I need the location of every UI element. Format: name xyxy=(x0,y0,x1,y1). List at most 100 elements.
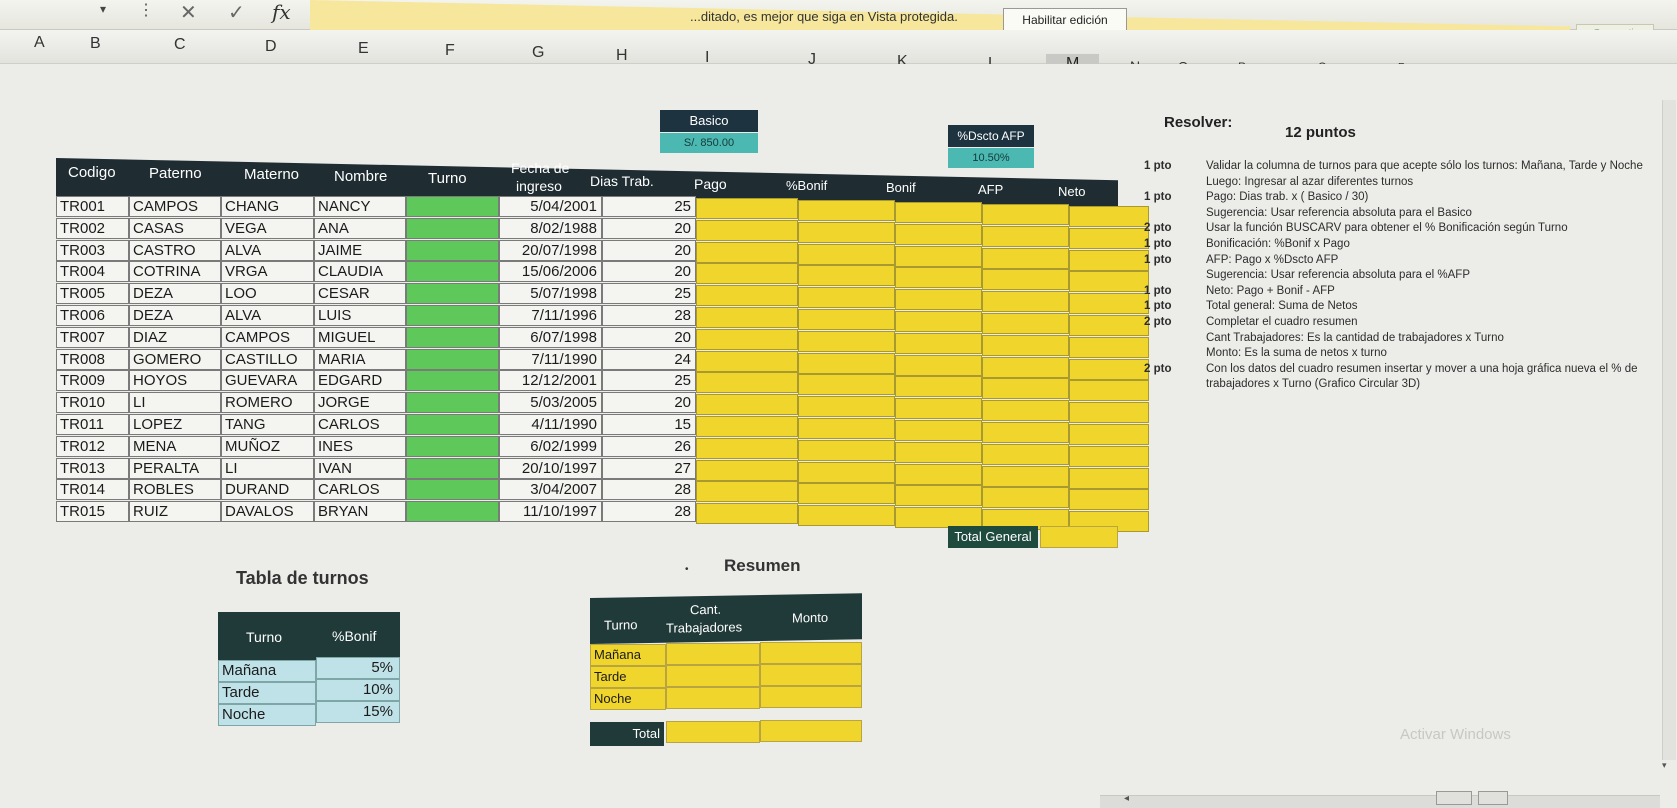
cell-paterno[interactable]: CAMPOS xyxy=(129,196,221,217)
cell-dias[interactable]: 20 xyxy=(602,261,696,283)
cell-nombre[interactable]: MIGUEL xyxy=(314,326,406,348)
cell-fecha[interactable]: 15/06/2006 xyxy=(499,261,602,283)
cell-codigo[interactable]: TR001 xyxy=(56,196,129,217)
cell-fecha[interactable]: 5/04/2001 xyxy=(499,196,602,217)
cell-pago[interactable] xyxy=(696,394,798,416)
resumen-cell-monto[interactable] xyxy=(760,642,862,664)
resumen-cell-cant[interactable] xyxy=(666,665,760,687)
cell-materno[interactable]: CAMPOS xyxy=(221,326,314,348)
cell-paterno[interactable]: PERALTA xyxy=(129,457,221,479)
cell-turno[interactable] xyxy=(406,392,499,414)
column-header[interactable]: E xyxy=(358,40,369,58)
cell-dias[interactable]: 20 xyxy=(602,326,696,348)
cell-fecha[interactable]: 6/02/1999 xyxy=(499,435,602,457)
insert-function-icon[interactable]: fx xyxy=(272,0,291,24)
cell-codigo[interactable]: TR015 xyxy=(56,501,129,523)
cell-dias[interactable]: 25 xyxy=(602,283,696,305)
cell-codigo[interactable]: TR008 xyxy=(56,348,129,370)
cell-fecha[interactable]: 7/11/1990 xyxy=(499,348,602,370)
scroll-left-icon[interactable]: ◂ xyxy=(1124,793,1129,804)
more-options-icon[interactable]: ⋮ xyxy=(138,0,154,20)
cell-fecha[interactable]: 4/11/1990 xyxy=(499,414,602,435)
cell-codigo[interactable]: TR004 xyxy=(56,261,129,283)
column-header[interactable]: C xyxy=(174,36,186,54)
cell-materno[interactable]: GUEVARA xyxy=(221,370,314,392)
cell-dias[interactable]: 20 xyxy=(602,392,696,414)
tt-cell-bonif[interactable]: 10% xyxy=(316,679,400,701)
cell-turno[interactable] xyxy=(406,457,499,479)
cell-materno[interactable]: ALVA xyxy=(221,305,314,326)
resumen-cell-turno[interactable]: Mañana xyxy=(590,644,666,666)
cell-pago[interactable] xyxy=(696,416,798,437)
cell-dias[interactable]: 25 xyxy=(602,370,696,392)
cell-dias[interactable]: 25 xyxy=(602,196,696,217)
resumen-cell-turno[interactable]: Tarde xyxy=(590,666,666,688)
cell-nombre[interactable]: MARIA xyxy=(314,348,406,370)
cell-nombre[interactable]: INES xyxy=(314,435,406,457)
cell-dias[interactable]: 20 xyxy=(602,217,696,239)
cell-paterno[interactable]: GOMERO xyxy=(129,348,221,370)
cell-codigo[interactable]: TR007 xyxy=(56,326,129,348)
cell-codigo[interactable]: TR002 xyxy=(56,217,129,239)
tt-cell-bonif[interactable]: 5% xyxy=(316,657,400,679)
cell-paterno[interactable]: CASTRO xyxy=(129,239,221,261)
cell-nombre[interactable]: JAIME xyxy=(314,239,406,261)
column-header[interactable]: H xyxy=(616,47,628,65)
cell-turno[interactable] xyxy=(406,479,499,501)
tt-cell-bonif[interactable]: 15% xyxy=(316,701,400,723)
cell-materno[interactable]: DURAND xyxy=(221,479,314,501)
cell-paterno[interactable]: DEZA xyxy=(129,305,221,326)
cell-fecha[interactable]: 3/04/2007 xyxy=(499,479,602,501)
cell-materno[interactable]: DAVALOS xyxy=(221,501,314,523)
cell-materno[interactable]: LI xyxy=(221,457,314,479)
cell-turno[interactable] xyxy=(406,196,499,217)
resumen-cell-cant[interactable] xyxy=(666,643,760,665)
cell-turno[interactable] xyxy=(406,283,499,305)
cell-nombre[interactable]: CARLOS xyxy=(314,479,406,501)
cell-paterno[interactable]: ROBLES xyxy=(129,479,221,501)
tt-cell-turno[interactable]: Tarde xyxy=(218,682,316,704)
cell-nombre[interactable]: CLAUDIA xyxy=(314,261,406,283)
cell-materno[interactable]: TANG xyxy=(221,414,314,435)
normal-view-icon[interactable] xyxy=(1436,791,1472,805)
cell-pago[interactable] xyxy=(696,372,798,394)
cell-pago[interactable] xyxy=(696,198,798,219)
cell-materno[interactable]: CASTILLO xyxy=(221,348,314,370)
cell-turno[interactable] xyxy=(406,348,499,370)
resumen-cell-cant[interactable] xyxy=(666,687,760,709)
cell-fecha[interactable]: 5/03/2005 xyxy=(499,392,602,414)
cancel-icon[interactable]: ✕ xyxy=(180,0,197,25)
resumen-cell-monto[interactable] xyxy=(760,686,862,708)
cell-pago[interactable] xyxy=(696,307,798,328)
cell-pago[interactable] xyxy=(696,503,798,525)
cell-paterno[interactable]: LOPEZ xyxy=(129,414,221,435)
cell-fecha[interactable]: 20/10/1997 xyxy=(499,457,602,479)
column-header[interactable]: D xyxy=(265,38,277,56)
cell-dias[interactable]: 20 xyxy=(602,239,696,261)
resumen-cell-monto[interactable] xyxy=(760,664,862,686)
vertical-scrollbar[interactable] xyxy=(1662,100,1676,760)
column-header[interactable]: A xyxy=(34,34,45,52)
cell-materno[interactable]: CHANG xyxy=(221,196,314,217)
cell-nombre[interactable]: BRYAN xyxy=(314,501,406,523)
cell-materno[interactable]: LOO xyxy=(221,283,314,305)
afp-value[interactable]: 10.50% xyxy=(948,148,1034,168)
cell-pago[interactable] xyxy=(696,328,798,350)
cell-paterno[interactable]: DEZA xyxy=(129,283,221,305)
cell-nombre[interactable]: CESAR xyxy=(314,283,406,305)
cell-nombre[interactable]: CARLOS xyxy=(314,414,406,435)
cell-turno[interactable] xyxy=(406,261,499,283)
cell-nombre[interactable]: LUIS xyxy=(314,305,406,326)
cell-turno[interactable] xyxy=(406,305,499,326)
cell-turno[interactable] xyxy=(406,217,499,239)
cell-fecha[interactable]: 5/07/1998 xyxy=(499,283,602,305)
cell-nombre[interactable]: EDGARD xyxy=(314,370,406,392)
cell-dias[interactable]: 28 xyxy=(602,305,696,326)
cell-codigo[interactable]: TR006 xyxy=(56,305,129,326)
cell-pago[interactable] xyxy=(696,263,798,285)
cell-fecha[interactable]: 6/07/1998 xyxy=(499,326,602,348)
cell-dias[interactable]: 28 xyxy=(602,501,696,523)
cell-pbonif[interactable] xyxy=(798,505,895,527)
cell-pago[interactable] xyxy=(696,481,798,503)
cell-materno[interactable]: VEGA xyxy=(221,217,314,239)
